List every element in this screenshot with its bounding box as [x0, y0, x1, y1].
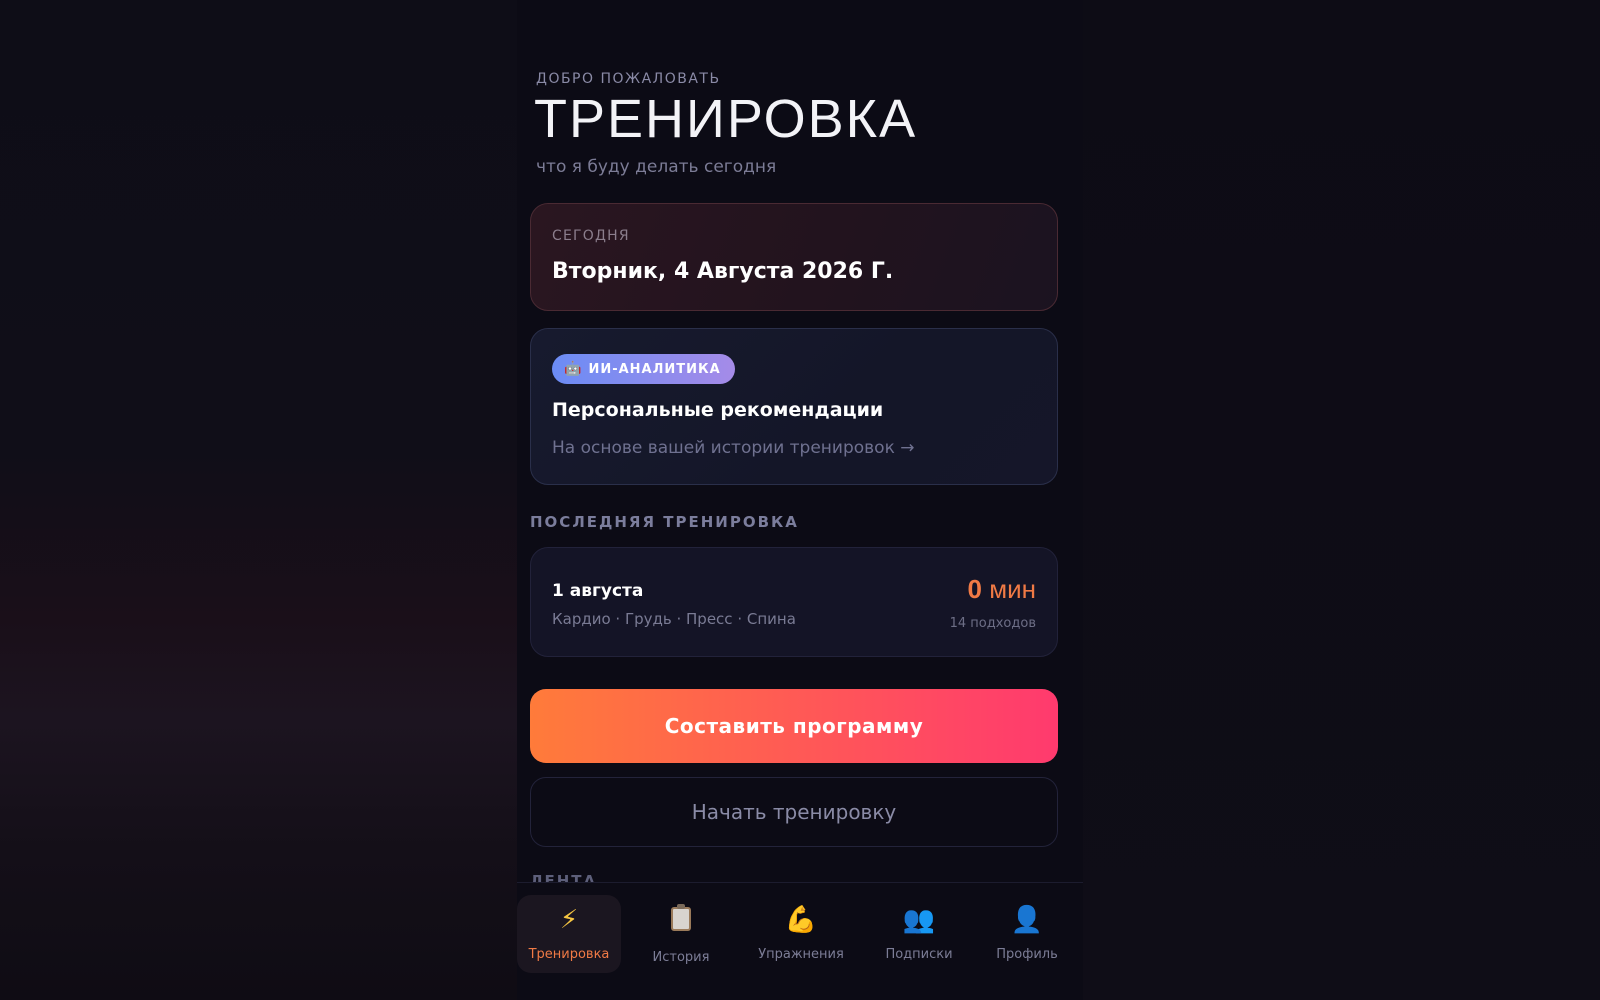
last-workout-tags: Кардио · Грудь · Пресс · Спина [552, 610, 796, 628]
ai-badge-label: ИИ-АНАЛИТИКА [588, 361, 721, 377]
tab-label: История [652, 950, 710, 965]
people-icon: 👥 [902, 905, 936, 935]
lightning-icon: ⚡ [559, 905, 579, 935]
today-card: СЕГОДНЯ Вторник, 4 Августа 2026 Г. [530, 203, 1058, 311]
today-label: СЕГОДНЯ [552, 228, 630, 244]
tab-label: Тренировка [528, 947, 610, 962]
tab-workout[interactable]: ⚡ Тренировка [517, 895, 621, 973]
tab-history[interactable]: История [629, 895, 733, 973]
tab-exercises[interactable]: 💪 Упражнения [739, 895, 863, 973]
tab-profile[interactable]: 👤 Профиль [975, 895, 1079, 973]
welcome-label: ДОБРО ПОЖАЛОВАТЬ [536, 71, 721, 87]
flexed-biceps-icon: 💪 [784, 905, 818, 935]
duration-value: 0 [967, 574, 982, 604]
ai-card-link[interactable]: На основе вашей истории тренировок → [552, 438, 915, 458]
last-workout-sets: 14 подходов [949, 616, 1036, 631]
page-title: ТРЕНИРОВКА [534, 89, 918, 149]
tab-label: Профиль [996, 947, 1058, 962]
background-right [1083, 0, 1600, 1000]
last-workout-duration: 0 мин [968, 574, 1036, 605]
tab-subscriptions[interactable]: 👥 Подписки [867, 895, 971, 973]
app-screen: ДОБРО ПОЖАЛОВАТЬ ТРЕНИРОВКА что я буду д… [517, 0, 1083, 1000]
start-workout-button[interactable]: Начать тренировку [530, 777, 1058, 847]
ai-card-title: Персональные рекомендации [552, 399, 884, 421]
tab-label: Упражнения [758, 947, 844, 962]
clipboard-icon [671, 904, 691, 936]
last-workout-section-label: ПОСЛЕДНЯЯ ТРЕНИРОВКА [530, 513, 799, 531]
ai-badge: 🤖 ИИ-АНАЛИТИКА [552, 354, 735, 384]
today-date: Вторник, 4 Августа 2026 Г. [552, 259, 894, 284]
person-icon: 👤 [1010, 905, 1044, 935]
last-workout-date: 1 августа [552, 581, 644, 601]
robot-icon: 🤖 [564, 361, 583, 377]
tab-label: Подписки [885, 947, 953, 962]
bottom-tab-bar: ⚡ Тренировка История 💪 Упражнения 👥 Подп… [517, 882, 1083, 1000]
page-subtitle: что я буду делать сегодня [536, 157, 777, 177]
build-program-button[interactable]: Составить программу [530, 689, 1058, 763]
ai-recommendations-card[interactable]: 🤖 ИИ-АНАЛИТИКА Персональные рекомендации… [530, 328, 1058, 485]
duration-unit: мин [989, 574, 1036, 604]
last-workout-card[interactable]: 1 августа Кардио · Грудь · Пресс · Спина… [530, 547, 1058, 657]
